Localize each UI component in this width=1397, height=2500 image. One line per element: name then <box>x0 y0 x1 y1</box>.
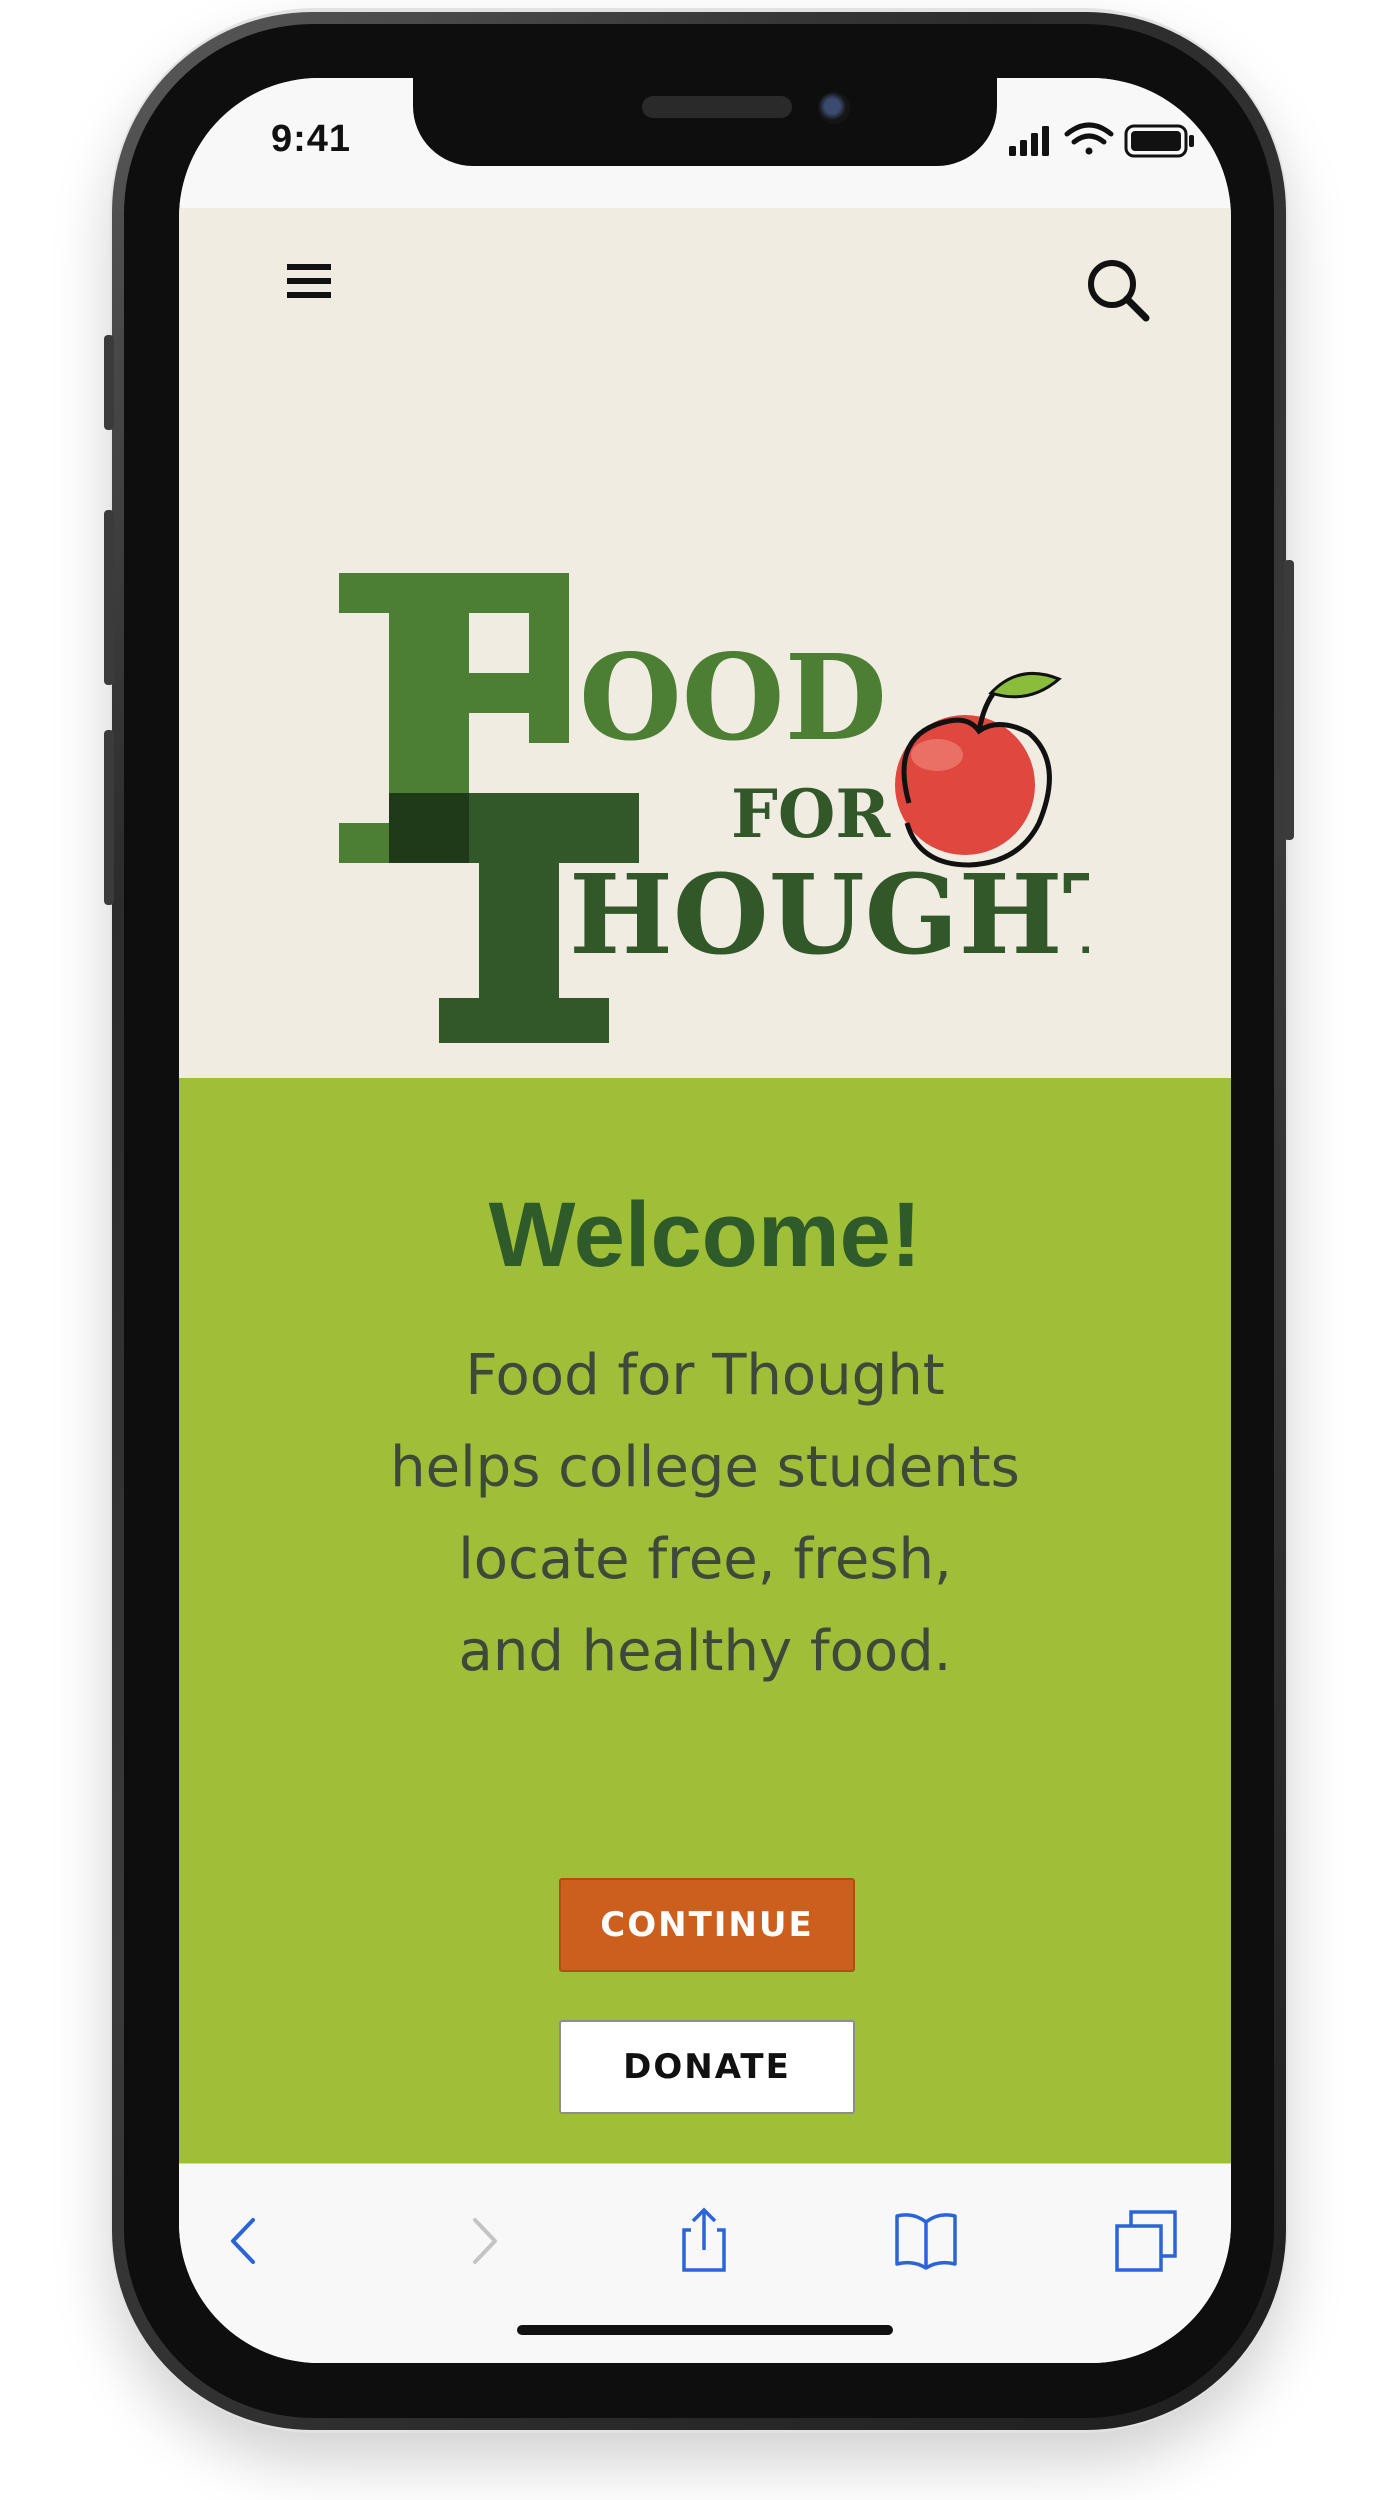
hamburger-menu-icon <box>287 264 331 298</box>
back-button[interactable] <box>209 2206 279 2276</box>
status-icons <box>1009 122 1199 166</box>
mute-switch <box>104 335 114 430</box>
logo-word-ood: OOD <box>579 628 887 767</box>
welcome-line: Food for Thought <box>465 1343 945 1408</box>
volume-down-button <box>104 730 114 905</box>
notch <box>413 78 997 166</box>
back-icon <box>231 2218 255 2264</box>
forward-button[interactable] <box>449 2206 519 2276</box>
welcome-description: Food for Thought helps college students … <box>325 1330 1085 1698</box>
battery-icon <box>1124 124 1194 158</box>
front-camera <box>818 92 850 124</box>
search-button[interactable] <box>1082 254 1152 324</box>
cellular-signal-icon <box>1009 126 1049 156</box>
wifi-icon <box>1064 122 1114 155</box>
tabs-icon <box>1115 2210 1177 2272</box>
share-icon <box>682 2207 726 2272</box>
speaker-grille <box>642 96 792 118</box>
welcome-line: locate free, fresh, <box>458 1527 952 1592</box>
bookmarks-button[interactable] <box>891 2206 961 2276</box>
welcome-line: helps college students <box>390 1435 1020 1500</box>
home-indicator[interactable] <box>517 2325 893 2335</box>
logo-svg: OOD FOR HOUGHT <box>339 573 1144 1043</box>
welcome-title: Welcome! <box>488 1184 922 1286</box>
welcome-line: and healthy food. <box>458 1619 952 1684</box>
status-time: 9:41 <box>271 118 352 160</box>
share-button[interactable] <box>669 2206 739 2276</box>
power-button <box>1284 560 1294 840</box>
bookmarks-icon <box>895 2213 957 2270</box>
tabs-button[interactable] <box>1111 2206 1181 2276</box>
logo-overlap <box>389 793 469 863</box>
app-header <box>179 208 1231 358</box>
continue-button[interactable]: CONTINUE <box>559 1878 855 1972</box>
status-bar: 9:41 <box>179 78 1231 208</box>
status-icons-svg <box>1009 122 1194 158</box>
donate-button[interactable]: DONATE <box>559 2020 855 2114</box>
volume-up-button <box>104 510 114 685</box>
apple-icon <box>895 671 1062 868</box>
phone-screen: 9:41 OOD FOR HOUGHT Welcome! Food for Th… <box>179 78 1231 2363</box>
logo-word-for: FOR <box>731 775 891 853</box>
search-icon <box>1088 260 1150 322</box>
logo-word-thought: HOUGHT <box>569 850 1089 979</box>
food-for-thought-logo: OOD FOR HOUGHT <box>329 493 1144 1053</box>
welcome-panel: Welcome! Food for Thought helps college … <box>179 1078 1231 2163</box>
forward-icon <box>473 2218 497 2264</box>
menu-button[interactable] <box>283 256 335 308</box>
